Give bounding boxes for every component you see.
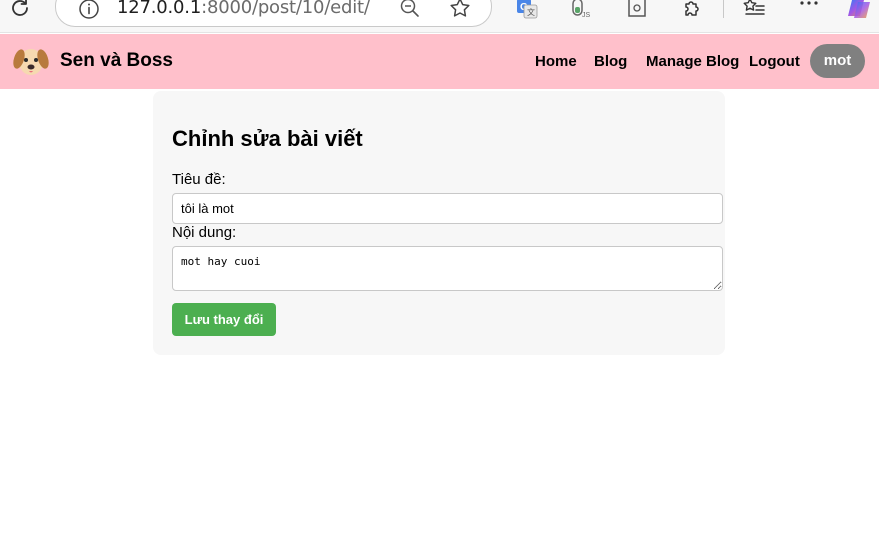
content-textarea[interactable]: mot hay cuoi <box>172 246 723 291</box>
title-input[interactable] <box>172 193 723 224</box>
reload-icon[interactable] <box>8 0 32 20</box>
nav-manage-blog-link[interactable]: Manage Blog <box>646 53 739 70</box>
content-label: Nội dung: <box>172 224 237 241</box>
favorites-list-icon[interactable] <box>742 0 766 20</box>
nav-blog-link[interactable]: Blog <box>594 53 627 70</box>
title-label: Tiêu đề: <box>172 171 226 188</box>
info-icon[interactable] <box>78 0 100 20</box>
dog-logo-icon[interactable] <box>12 42 50 80</box>
save-changes-button[interactable]: Lưu thay đổi <box>172 303 276 336</box>
user-badge[interactable]: mot <box>810 44 865 78</box>
more-menu-icon[interactable] <box>797 0 821 20</box>
svg-text:JS: JS <box>582 12 591 19</box>
nav-home-link[interactable]: Home <box>535 53 577 70</box>
edit-post-card: Chỉnh sửa bài viết Tiêu đề: Nội dung: mo… <box>153 91 725 355</box>
svg-text:文: 文 <box>527 7 535 17</box>
zoom-out-icon[interactable] <box>399 0 421 19</box>
url-text[interactable]: 127.0.0.1:8000/post/10/edit/ <box>117 0 370 18</box>
site-navbar: Sen và Boss Home Blog Manage Blog Logout… <box>0 34 879 89</box>
extensions-puzzle-icon[interactable] <box>681 0 705 20</box>
calendar-extension-icon[interactable] <box>626 0 650 20</box>
js-extension-icon[interactable]: JS <box>570 0 594 20</box>
favorite-star-icon[interactable] <box>448 0 472 20</box>
brand-name[interactable]: Sen và Boss <box>60 50 173 72</box>
browser-toolbar: 127.0.0.1:8000/post/10/edit/ G 文 JS <box>0 0 879 33</box>
copilot-icon[interactable] <box>846 0 874 24</box>
url-host: 127.0.0.1 <box>117 0 202 18</box>
nav-logout-link[interactable]: Logout <box>749 53 800 70</box>
translate-extension-icon[interactable]: G 文 <box>515 0 539 20</box>
page-title: Chỉnh sửa bài viết <box>172 126 363 151</box>
url-path: :8000/post/10/edit/ <box>201 0 370 18</box>
toolbar-divider <box>723 0 724 18</box>
